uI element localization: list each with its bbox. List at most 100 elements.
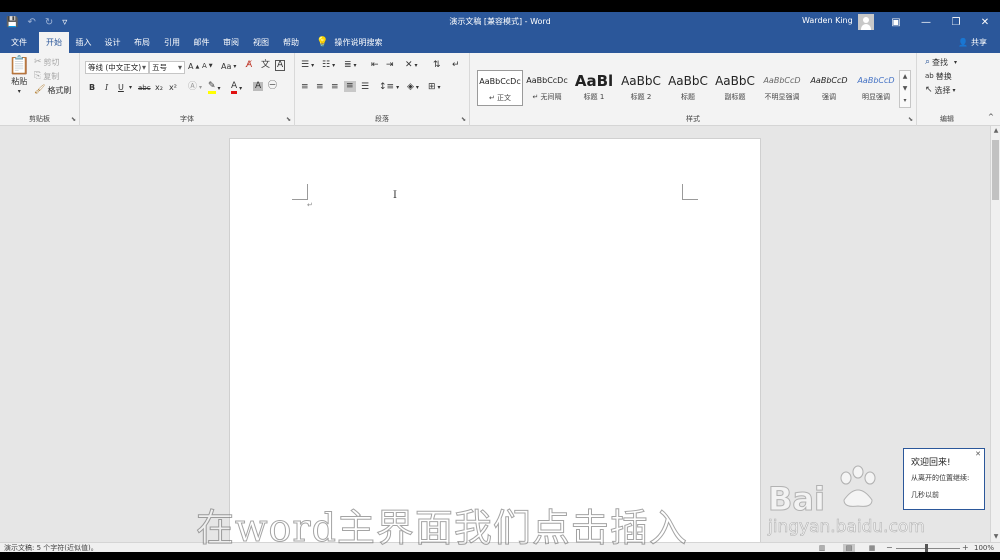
show-marks-button[interactable]: ↵ [452, 61, 460, 70]
change-case-button[interactable]: Aa ▾ [221, 62, 236, 71]
copy-button[interactable]: ⎘ 复制 [34, 71, 59, 82]
margin-corner-top-left [292, 184, 308, 200]
tab-file[interactable]: 文件 [4, 32, 34, 53]
styles-gallery-scroll[interactable]: ▲ ▼ ▾ [899, 70, 911, 108]
tab-help[interactable]: 帮助 [276, 32, 306, 53]
paragraph-launcher-icon[interactable]: ⬊ [461, 116, 466, 123]
increase-indent-button[interactable]: ⇥ [386, 61, 394, 70]
sort-button[interactable]: ⇅ [433, 61, 441, 70]
paste-button[interactable]: 📋 粘贴 ▾ [8, 57, 30, 96]
close-icon[interactable]: ✕ [975, 450, 981, 458]
character-border-button[interactable]: A [275, 60, 286, 71]
style-title[interactable]: AaBbC 标题 [665, 70, 711, 106]
font-size-select[interactable]: 五号 [149, 61, 185, 74]
tell-me-search[interactable]: 💡 操作说明搜索 [316, 32, 382, 53]
borders-icon: ⊞ [428, 82, 436, 92]
close-button[interactable]: ✕ [971, 12, 999, 32]
zoom-out-button[interactable]: − [886, 543, 893, 552]
shading-button[interactable]: ◈ ▾ [407, 83, 419, 92]
subscript-button[interactable]: x₂ [155, 83, 163, 92]
numbering-button[interactable]: ☷ ▾ [322, 61, 335, 70]
font-color-button[interactable]: A ▾ [231, 82, 242, 94]
borders-button[interactable]: ⊞ ▾ [428, 83, 441, 92]
bullets-button[interactable]: ☰ ▾ [301, 61, 314, 70]
bold-button[interactable]: B [89, 83, 95, 92]
align-left-button[interactable]: ≡ [301, 83, 309, 92]
justify-button[interactable]: ≡ [344, 81, 356, 92]
web-layout-icon[interactable]: ▦ [866, 544, 878, 552]
zoom-in-button[interactable]: + [962, 543, 969, 552]
style-subtle-emphasis[interactable]: AaBbCcD 不明显强调 [759, 70, 805, 106]
ribbon-display-options-icon[interactable]: ▣ [882, 12, 910, 32]
style-emphasis[interactable]: AaBbCcD 强调 [806, 70, 852, 106]
vertical-scrollbar[interactable]: ▲ ▼ [990, 126, 1000, 542]
font-launcher-icon[interactable]: ⬊ [286, 116, 291, 123]
scroll-up-icon[interactable]: ▲ [991, 126, 1000, 136]
read-mode-icon[interactable]: ▥ [816, 544, 828, 552]
collapse-ribbon-icon[interactable]: ^ [988, 113, 994, 121]
highlight-button[interactable]: ✎ ▾ [208, 82, 221, 94]
strikethrough-button[interactable]: abc [138, 84, 151, 92]
tab-view[interactable]: 视图 [246, 32, 276, 53]
text-effects-button[interactable]: Ⓐ ▾ [188, 83, 202, 92]
ribbon-tab-row: 文件 开始 插入 设计 布局 引用 邮件 审阅 视图 帮助 💡 操作说明搜索 👤… [0, 32, 1000, 53]
align-right-button[interactable]: ≡ [331, 83, 339, 92]
font-name-select[interactable]: 等线 (中文正文) [85, 61, 149, 74]
scroll-down-icon[interactable]: ▼ [991, 532, 1000, 542]
clear-formatting-button[interactable]: A̸ [246, 61, 252, 70]
style-intense-emphasis[interactable]: AaBbCcD 明显强调 [853, 70, 899, 106]
tab-design[interactable]: 设计 [98, 32, 127, 53]
tab-mailings[interactable]: 邮件 [187, 32, 216, 53]
tab-references[interactable]: 引用 [157, 32, 187, 53]
zoom-slider-knob[interactable] [925, 544, 928, 552]
minimize-button[interactable]: — [912, 12, 940, 32]
replace-button[interactable]: ab 替换 [925, 71, 952, 82]
underline-dropdown-icon[interactable]: ▾ [129, 84, 132, 91]
enclose-characters-button[interactable]: ㊀ [268, 82, 277, 91]
style-no-spacing[interactable]: AaBbCcDc ↵ 无间隔 [524, 70, 570, 106]
document-page[interactable]: ↵ I [229, 138, 761, 548]
style-normal[interactable]: AaBbCcDc ↵ 正文 [477, 70, 523, 106]
user-name[interactable]: Warden King [802, 16, 853, 25]
word-count-status[interactable]: 演示文稿: 5 个字符(近似值)。 [4, 543, 98, 552]
underline-button[interactable]: U [118, 83, 124, 92]
select-button[interactable]: ↖ 选择 ▾ [925, 85, 956, 96]
find-button[interactable]: ⌕ 查找 ▾ [925, 57, 957, 68]
zoom-slider[interactable] [896, 548, 960, 549]
grow-font-button[interactable]: A ▲ [188, 62, 199, 71]
tab-insert[interactable]: 插入 [69, 32, 98, 53]
format-painter-button[interactable]: 🖌 格式刷 [34, 85, 71, 96]
share-button[interactable]: 👤 共享 [958, 32, 987, 53]
zoom-level[interactable]: 100% [974, 543, 994, 552]
distributed-button[interactable]: ☰ [361, 83, 369, 92]
scroll-thumb[interactable] [992, 140, 999, 200]
styles-launcher-icon[interactable]: ⬊ [908, 116, 913, 123]
chevron-up-icon[interactable]: ▲ [900, 71, 910, 83]
character-shading-button[interactable]: A [253, 82, 264, 91]
shrink-font-button[interactable]: A ▼ [202, 62, 213, 70]
expand-gallery-icon[interactable]: ▾ [900, 95, 910, 107]
line-spacing-button[interactable]: ↕≡ ▾ [379, 83, 399, 92]
clipboard-group: 📋 粘贴 ▾ ✂ 剪切 ⎘ 复制 🖌 格式刷 剪贴板 ⬊ [0, 53, 80, 126]
tab-layout[interactable]: 布局 [127, 32, 157, 53]
style-heading-1[interactable]: AaBl 标题 1 [571, 70, 617, 106]
phonetic-guide-button[interactable]: 文 [261, 61, 270, 70]
clipboard-launcher-icon[interactable]: ⬊ [71, 116, 76, 123]
clear-format-icon: A̸ [246, 60, 253, 70]
superscript-button[interactable]: x² [169, 83, 177, 92]
chinese-layout-icon: ✕ [405, 60, 413, 70]
user-avatar[interactable] [858, 14, 874, 30]
style-heading-2[interactable]: AaBbC 标题 2 [618, 70, 664, 106]
tab-review[interactable]: 审阅 [216, 32, 246, 53]
decrease-indent-button[interactable]: ⇤ [371, 61, 379, 70]
tab-home[interactable]: 开始 [39, 32, 69, 53]
print-layout-icon[interactable]: ▤ [843, 544, 855, 552]
style-subtitle[interactable]: AaBbC 副标题 [712, 70, 758, 106]
chinese-layout-button[interactable]: ✕ ▾ [405, 61, 418, 70]
multilevel-list-button[interactable]: ≣ ▾ [344, 61, 357, 70]
cut-button[interactable]: ✂ 剪切 [34, 57, 60, 68]
align-center-button[interactable]: ≡ [316, 83, 324, 92]
italic-button[interactable]: I [105, 83, 108, 92]
chevron-down-icon[interactable]: ▼ [900, 83, 910, 95]
restore-button[interactable]: ❐ [942, 12, 970, 32]
